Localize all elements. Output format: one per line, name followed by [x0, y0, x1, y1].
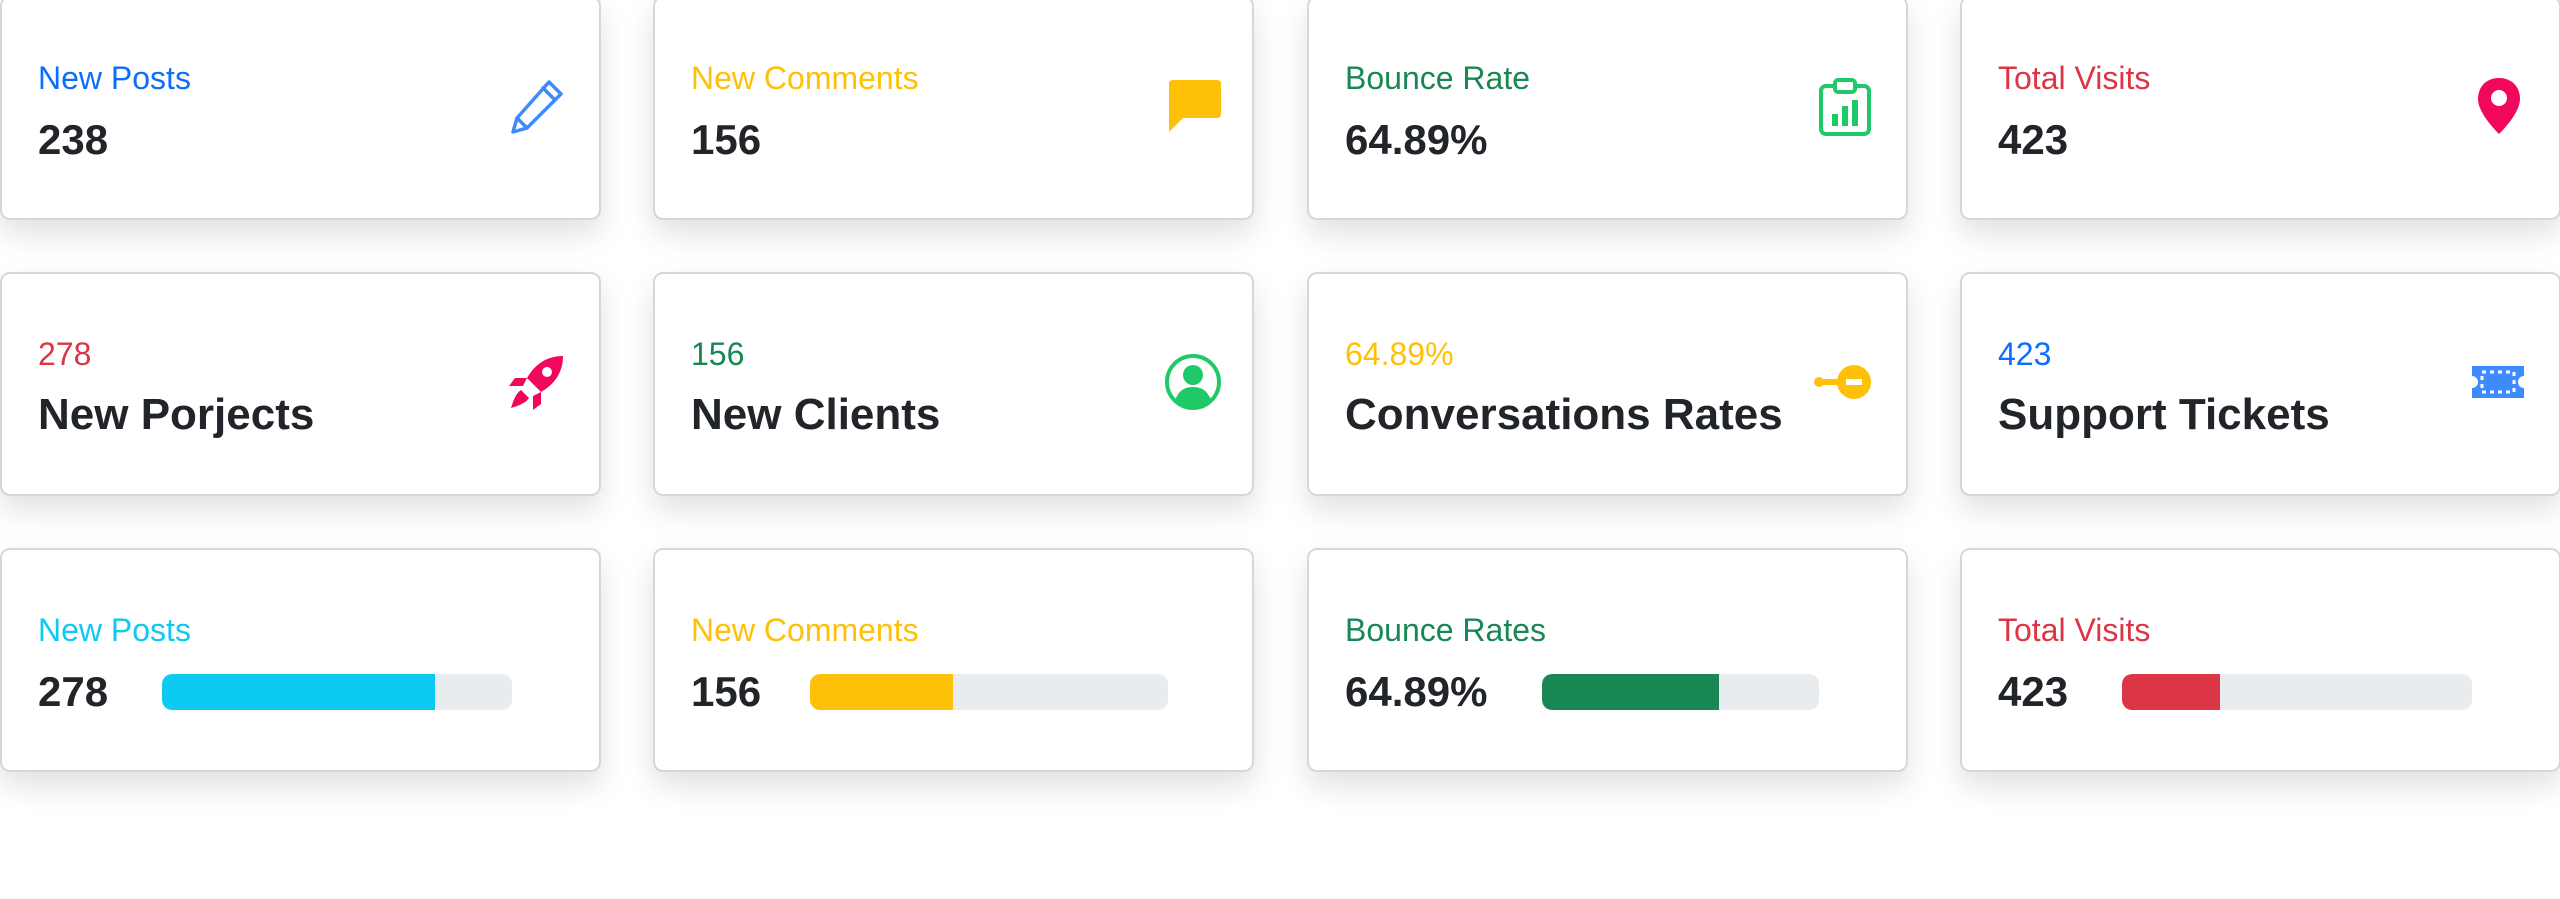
progress-bar	[1542, 674, 1819, 710]
key-icon	[1813, 362, 1873, 402]
card-value: 423	[1998, 668, 2069, 715]
card-value: 156	[691, 116, 762, 163]
card-value: 423	[1998, 116, 2069, 163]
card-value: 64.89%	[1345, 116, 1488, 163]
pencil-icon	[507, 76, 567, 136]
card-label: New Comments	[691, 60, 919, 96]
stat-card-new-comments: New Comments 156	[653, 0, 1254, 220]
progress-fill	[810, 674, 954, 710]
progress-card-new-comments: New Comments 156	[653, 548, 1254, 772]
card-label: New Posts	[38, 612, 191, 648]
user-circle-icon	[1163, 352, 1223, 412]
progress-fill	[162, 674, 435, 710]
card-label: Bounce Rate	[1345, 60, 1531, 96]
rocket-icon	[507, 352, 567, 412]
card-label: New Comments	[691, 612, 919, 648]
map-pin-icon	[2474, 76, 2524, 138]
card-label: Bounce Rates	[1345, 612, 1547, 648]
card-number: 64.89%	[1345, 336, 1454, 372]
ticket-icon	[2468, 362, 2528, 402]
card-value: 238	[38, 116, 109, 163]
card-number: 423	[1998, 336, 2052, 372]
card-title: Support Tickets	[1998, 390, 2330, 439]
progress-card-total-visits: Total Visits 423	[1960, 548, 2560, 772]
card-value: 278	[38, 668, 109, 715]
progress-bar	[2122, 674, 2472, 710]
stat-card-new-clients: 156 New Clients	[653, 272, 1254, 496]
progress-card-bounce-rates: Bounce Rates 64.89%	[1307, 548, 1908, 772]
stat-card-support-tickets: 423 Support Tickets	[1960, 272, 2560, 496]
card-title: Conversations Rates	[1345, 390, 1783, 439]
chat-bubble-icon	[1163, 76, 1223, 136]
progress-bar	[162, 674, 512, 710]
card-title: New Clients	[691, 390, 941, 439]
clipboard-chart-icon	[1817, 76, 1873, 136]
card-label: New Posts	[38, 60, 191, 96]
progress-bar	[810, 674, 1168, 710]
card-label: Total Visits	[1998, 612, 2151, 648]
card-title: New Porjects	[38, 390, 315, 439]
progress-fill	[2122, 674, 2220, 710]
stat-card-new-projects: 278 New Porjects	[0, 272, 601, 496]
stat-card-total-visits: Total Visits 423	[1960, 0, 2560, 220]
card-value: 64.89%	[1345, 668, 1488, 715]
progress-fill	[1542, 674, 1720, 710]
card-label: Total Visits	[1998, 60, 2151, 96]
card-number: 156	[691, 336, 745, 372]
stat-card-bounce-rate: Bounce Rate 64.89%	[1307, 0, 1908, 220]
card-number: 278	[38, 336, 92, 372]
stat-card-new-posts: New Posts 238	[0, 0, 601, 220]
progress-card-new-posts: New Posts 278	[0, 548, 601, 772]
stat-card-conversations-rates: 64.89% Conversations Rates	[1307, 272, 1908, 496]
card-value: 156	[691, 668, 762, 715]
